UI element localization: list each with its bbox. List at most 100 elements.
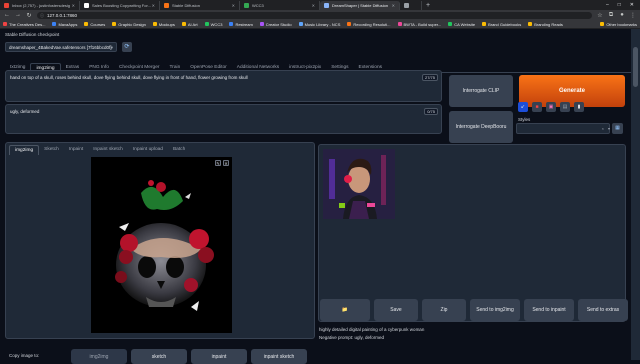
browser-tab-strip: Inbox (2,757) - justinfostersdesig ✕ Sales… [0, 0, 640, 10]
back-icon[interactable]: ← [4, 12, 10, 18]
bookmark-label: Branding Reads [534, 21, 563, 27]
folder-icon [600, 22, 605, 26]
send-to-inpaint-button[interactable]: Send to inpaint [524, 299, 574, 321]
subtab-inpaint[interactable]: Inpaint [64, 145, 88, 155]
output-info-text: highly detailed digital painting of a cy… [319, 327, 425, 332]
interrogate-deepbooru-button[interactable]: Interrogate DeepBooru [449, 111, 513, 143]
bookmark-label: Creator Studio [265, 21, 292, 27]
apply-style-button[interactable]: ▦ [612, 123, 623, 134]
favicon-icon [404, 3, 409, 8]
browser-tab[interactable] [400, 1, 422, 10]
styles-select[interactable]: × ▾ [516, 123, 610, 134]
bookmark-label: The Creatives Des... [9, 21, 46, 27]
subtab-inpaint-upload[interactable]: Inpaint upload [128, 145, 168, 155]
profile-icon[interactable]: ● [619, 12, 625, 18]
close-tab-icon[interactable]: ✕ [72, 3, 75, 8]
prompt-input[interactable]: hand on top of a skull, roses behind sku… [5, 70, 442, 102]
zip-button[interactable]: Zip [422, 299, 466, 321]
clear-styles-icon[interactable]: × [602, 126, 604, 131]
bookmark-label: Music Library - NCS [304, 21, 341, 27]
bookmark-item[interactable]: CA Website [448, 22, 475, 27]
menu-icon[interactable]: ⋮ [630, 12, 636, 19]
arrow-icon[interactable]: ↙ [518, 102, 528, 112]
image-icon[interactable]: ▣ [546, 102, 556, 112]
bookmark-label: WCC3 [210, 21, 223, 27]
other-bookmarks[interactable]: Other bookmarks [600, 22, 637, 27]
send-to-img2img-button[interactable]: Send to img2img [470, 299, 520, 321]
prompt-text: hand on top of a skull, roses behind sku… [10, 75, 248, 80]
bookmark-item[interactable]: Recording Resoluti... [347, 21, 391, 27]
bookmark-item[interactable]: BWTA - Build super... [397, 22, 441, 27]
bookmark-item[interactable]: Branding Reads [528, 22, 563, 27]
bookmark-item[interactable]: Restream [229, 22, 253, 27]
bookmark-item[interactable]: MavaApps [52, 22, 77, 27]
close-tab-icon[interactable]: ✕ [152, 3, 155, 8]
bookmark-icon [112, 22, 117, 26]
address-bar[interactable]: ⓘ 127.0.0.1:7860 [37, 11, 592, 19]
bookmark-item[interactable]: Graphic Design [112, 22, 146, 27]
tab-list: Inbox (2,757) - justinfostersdesig ✕ Sales… [0, 1, 422, 10]
info-icon[interactable]: ⓘ [40, 12, 44, 19]
checkpoint-select[interactable]: dreamshaper_4BakedVae.safetensors [7f16b… [5, 42, 117, 52]
trash-icon[interactable]: ■ [532, 102, 542, 112]
bookmark-item[interactable]: Creator Studio [259, 21, 292, 27]
bookmark-item[interactable]: Brand Guidebooks [482, 22, 521, 27]
webui-app: Stable Diffusion checkpoint dreamshaper_… [0, 29, 631, 364]
subtab-img2img[interactable]: img2img [9, 145, 40, 155]
subtab-sketch[interactable]: Sketch [39, 145, 64, 155]
bookmark-item[interactable]: The Creatives Des... [3, 22, 45, 27]
copy-to-sketch-button[interactable]: sketch [131, 349, 187, 364]
forward-icon[interactable]: → [15, 12, 21, 18]
reload-icon[interactable]: ↻ [26, 12, 32, 19]
bookmark-icon [3, 22, 7, 26]
minimize-button[interactable]: – [606, 2, 609, 8]
copy-to-inpaint-button[interactable]: inpaint [191, 349, 247, 364]
bookmark-icon [204, 22, 209, 26]
bookmark-label: AI Art [187, 21, 198, 27]
bookmark-item[interactable]: WCC3 [204, 21, 223, 27]
favicon-icon [164, 3, 169, 8]
browser-tab[interactable]: Sales Boosting Copywriting For... ✕ [80, 1, 160, 10]
open-folder-button[interactable]: 📁 [320, 299, 370, 321]
copy-to-img2img-button[interactable]: img2img [71, 349, 127, 364]
input-image-canvas[interactable]: ✎ ✕ [91, 157, 232, 333]
browser-tab[interactable]: Inbox (2,757) - justinfostersdesig ✕ [0, 1, 80, 10]
clipboard-icon[interactable]: ▮ [574, 102, 584, 112]
img2img-input-panel: img2img Sketch Inpaint Inpaint sketch Inpain… [5, 142, 315, 339]
bookmark-item[interactable]: Music Library - NCS [298, 21, 341, 27]
negative-prompt-input[interactable]: ugly, deformed 0/75 [5, 104, 442, 134]
interrogate-clip-button[interactable]: Interrogate CLIP [449, 75, 513, 107]
send-to-extras-button[interactable]: Send to extras [578, 299, 628, 321]
bookmark-icon [152, 22, 157, 26]
subtab-batch[interactable]: Batch [168, 145, 190, 155]
favicon-icon [84, 3, 89, 8]
new-tab-button[interactable]: + [422, 1, 434, 10]
copy-to-inpaint-sketch-button[interactable]: inpaint sketch [251, 349, 307, 364]
save-icon[interactable]: ▤ [560, 102, 570, 112]
browser-tab[interactable]: WCC3 ✕ [240, 1, 320, 10]
tab-title: Stable Diffusion [172, 3, 200, 8]
close-tab-icon[interactable]: ✕ [392, 3, 395, 8]
favicon-icon [4, 3, 9, 8]
save-button[interactable]: Save [374, 299, 418, 321]
close-tab-icon[interactable]: ✕ [232, 3, 235, 8]
maximize-button[interactable]: □ [618, 2, 621, 8]
bookmark-label: Brand Guidebooks [488, 21, 522, 27]
output-image-thumbnail[interactable] [323, 149, 395, 219]
refresh-checkpoint-button[interactable]: ⟳ [122, 42, 132, 52]
img2img-sub-tabs: img2img Sketch Inpaint Inpaint sketch Inpain… [9, 145, 190, 155]
extensions-icon[interactable]: ⧉ [608, 12, 614, 19]
subtab-inpaint-sketch[interactable]: Inpaint sketch [88, 145, 128, 155]
close-tab-icon[interactable]: ✕ [312, 3, 315, 8]
checkpoint-label: Stable Diffusion checkpoint [5, 32, 60, 37]
browser-tab[interactable]: Stable Diffusion ✕ [160, 1, 240, 10]
page-scrollbar[interactable] [631, 29, 640, 360]
close-window-button[interactable]: ✕ [630, 2, 634, 8]
bookmark-item[interactable]: AI Art [181, 21, 198, 27]
star-icon[interactable]: ☆ [597, 12, 603, 19]
bookmark-item[interactable]: Courses [84, 22, 105, 27]
bookmark-item[interactable]: Mockups [152, 22, 175, 27]
bookmark-label: Recording Resoluti... [353, 21, 391, 27]
scrollbar-thumb[interactable] [633, 47, 638, 87]
browser-tab[interactable]: DreamShaper | Stable Diffusion ✕ [320, 1, 400, 10]
